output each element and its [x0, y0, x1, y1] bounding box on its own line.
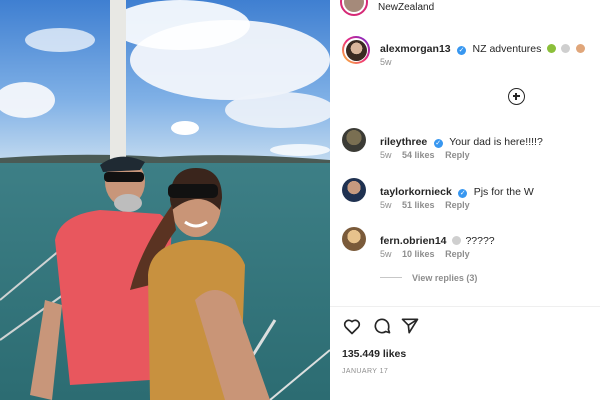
divider: [330, 306, 600, 307]
emoji-icon: [561, 44, 571, 53]
comment-username[interactable]: fern.obrien14: [380, 235, 447, 247]
divider: [380, 277, 402, 278]
comment-time: 5w: [380, 150, 392, 160]
comment-time: 5w: [380, 200, 392, 210]
comment-text: ?????: [465, 235, 495, 247]
selfie-photo: [0, 0, 330, 400]
comment-meta: 5w 54 likes Reply: [380, 150, 478, 160]
avatar[interactable]: [342, 227, 366, 251]
location-row: NewZealand: [330, 0, 600, 20]
comment-time: 5w: [380, 249, 392, 259]
comment-icon[interactable]: [372, 316, 392, 336]
comment-username[interactable]: taylorkornieck: [380, 186, 452, 198]
comment-item: taylorkornieck ✓ Pjs for the W 5w 51 lik…: [330, 178, 600, 224]
comment-text: Pjs for the W: [473, 186, 534, 198]
share-icon[interactable]: [400, 316, 420, 336]
comment-line: rileythree ✓ Your dad is here!!!!?: [380, 132, 543, 150]
post-date[interactable]: JANUARY 17: [342, 368, 388, 375]
reply-button[interactable]: Reply: [445, 150, 470, 160]
comment-meta: 5w 10 likes Reply: [380, 249, 478, 259]
post-side-panel: NewZealand alexmorgan13 ✓ NZ adventures …: [330, 0, 600, 400]
caption-text: NZ adventures: [472, 43, 542, 55]
caption-meta: 5w: [380, 57, 402, 67]
caption-time: 5w: [380, 57, 392, 67]
emoji-icon: [546, 44, 556, 53]
emoji-icon: [575, 44, 585, 53]
heart-icon[interactable]: [342, 316, 362, 336]
avatar[interactable]: [340, 0, 368, 16]
comment-item: fern.obrien14 ????? 5w 10 likes Reply: [330, 227, 600, 273]
verified-badge-icon: ✓: [433, 139, 443, 148]
comment-line: taylorkornieck ✓ Pjs for the W: [380, 182, 534, 200]
location-label[interactable]: NewZealand: [378, 2, 434, 13]
reply-button[interactable]: Reply: [445, 249, 470, 259]
avatar[interactable]: [342, 178, 366, 202]
caption-line: alexmorgan13 ✓ NZ adventures: [380, 39, 585, 57]
post-photo[interactable]: [0, 0, 330, 400]
caption: alexmorgan13 ✓ NZ adventures 5w: [330, 34, 600, 74]
view-replies-label: View replies (3): [412, 273, 478, 283]
verified-badge-icon: ✓: [457, 46, 467, 55]
emoji-icon: [451, 236, 461, 245]
comment-likes[interactable]: 10 likes: [402, 249, 435, 259]
author-username[interactable]: alexmorgan13: [380, 43, 451, 55]
plus-circle-icon[interactable]: [508, 88, 525, 105]
verified-badge-icon: ✓: [458, 189, 468, 198]
author-avatar[interactable]: [342, 36, 370, 64]
avatar[interactable]: [342, 128, 366, 152]
view-replies-button[interactable]: View replies (3): [380, 273, 477, 283]
comment-likes[interactable]: 54 likes: [402, 150, 435, 160]
comment-meta: 5w 51 likes Reply: [380, 200, 478, 210]
reply-button[interactable]: Reply: [445, 200, 470, 210]
comment-item: rileythree ✓ Your dad is here!!!!? 5w 54…: [330, 128, 600, 174]
comment-text: Your dad is here!!!!?: [449, 136, 543, 148]
comment-username[interactable]: rileythree: [380, 136, 427, 148]
likes-count[interactable]: 135.449 likes: [342, 348, 406, 360]
comment-likes[interactable]: 51 likes: [402, 200, 435, 210]
comment-line: fern.obrien14 ?????: [380, 231, 495, 249]
